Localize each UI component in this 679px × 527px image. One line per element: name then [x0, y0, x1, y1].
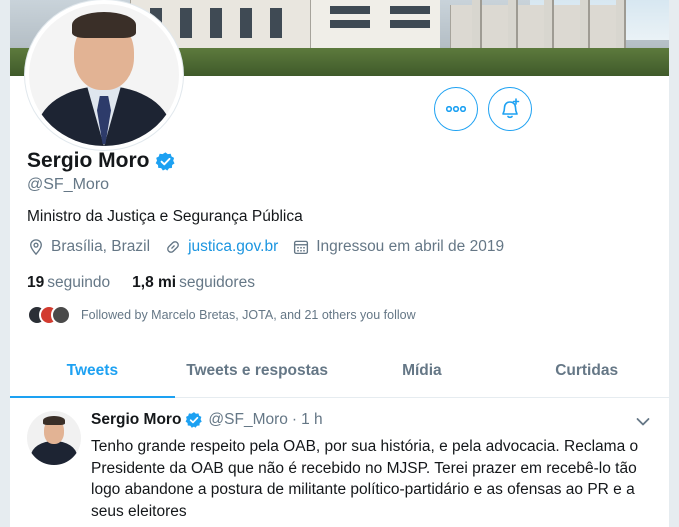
more-dots-icon [446, 106, 466, 112]
following-label: seguindo [47, 274, 111, 291]
tweet-text: Tenho grande respeito pela OAB, por sua … [91, 438, 639, 520]
tab-tweets[interactable]: Tweets [10, 346, 175, 398]
followers-stat[interactable]: 1,8 mi seguidores [132, 274, 255, 292]
profile-avatar[interactable] [25, 0, 183, 150]
followed-by-text: Followed by Marcelo Bretas, JOTA, and 21… [81, 308, 416, 322]
profile-card: Sergio Moro @SF_Moro Ministro da Justiça… [10, 0, 669, 527]
tab-media[interactable]: Mídia [340, 346, 505, 397]
following-count: 19 [27, 274, 45, 291]
website-link[interactable]: justica.gov.br [188, 238, 278, 256]
location-text: Brasília, Brazil [51, 238, 151, 255]
chevron-down-icon[interactable] [636, 417, 650, 427]
profile-bio: Ministro da Justiça e Segurança Pública [27, 208, 303, 225]
tweet-author-handle[interactable]: @SF_Moro [208, 411, 287, 429]
verified-badge-icon [155, 151, 175, 171]
notifications-button[interactable] [488, 87, 532, 131]
following-stat[interactable]: 19 seguindo [27, 274, 110, 292]
tweet-author-name[interactable]: Sergio Moro [91, 411, 181, 429]
verified-badge-icon [186, 412, 203, 428]
calendar-icon [294, 240, 309, 255]
tweet-timestamp[interactable]: 1 h [301, 411, 323, 429]
profile-stats: 19 seguindo 1,8 mi seguidores [27, 274, 277, 292]
page-background: Sergio Moro @SF_Moro Ministro da Justiça… [0, 0, 679, 527]
profile-name-row: Sergio Moro [27, 149, 176, 173]
profile-meta: Brasília, Brazil justica.gov.br Ingresso… [27, 238, 518, 256]
followed-by-avatars [27, 305, 73, 325]
link-icon [167, 241, 179, 253]
profile-location: Brasília, Brazil [27, 238, 150, 256]
profile-handle: @SF_Moro [27, 176, 110, 193]
follower-avatar [51, 305, 71, 325]
tweet[interactable]: Sergio Moro @SF_Moro · 1 h Tenho grande … [10, 399, 669, 527]
tweet-header: Sergio Moro @SF_Moro · 1 h [91, 411, 323, 429]
bell-plus-icon [502, 98, 520, 119]
more-options-button[interactable] [434, 87, 478, 131]
followers-label: seguidores [179, 274, 255, 291]
profile-website[interactable]: justica.gov.br [164, 238, 278, 256]
followed-by[interactable]: Followed by Marcelo Bretas, JOTA, and 21… [27, 305, 416, 325]
profile-tabs: Tweets Tweets e respostas Mídia Curtidas [10, 346, 669, 398]
joined-text: Ingressou em abril de 2019 [316, 238, 505, 255]
followers-count: 1,8 mi [132, 274, 177, 291]
tweet-separator: · [291, 411, 298, 428]
profile-name: Sergio Moro [27, 149, 150, 172]
profile-joined: Ingressou em abril de 2019 [292, 238, 504, 256]
tweet-avatar[interactable] [27, 411, 81, 465]
tab-tweets-and-replies[interactable]: Tweets e respostas [175, 346, 340, 397]
tab-likes[interactable]: Curtidas [504, 346, 669, 397]
location-pin-icon [30, 239, 42, 256]
